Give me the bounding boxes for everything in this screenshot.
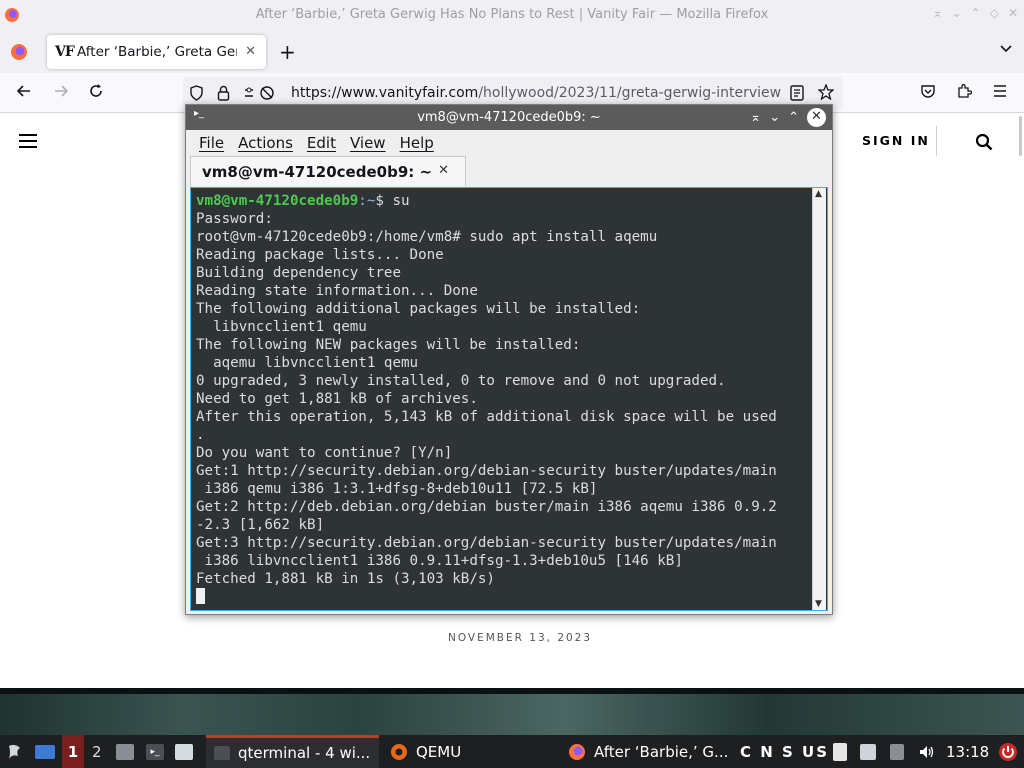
- clipboard-icon[interactable]: [833, 735, 847, 768]
- window-controls: ⌅ ⌄ ⌃ ◇ ✕: [933, 6, 1018, 20]
- workspace-2[interactable]: 2: [92, 735, 102, 768]
- terminal-window: ▸_ vm8@vm-47120cede0b9: ~ ⌅ ⌄ ⌃ ✕ File A…: [185, 104, 833, 615]
- hamburger-menu-icon[interactable]: [19, 134, 37, 152]
- menu-actions[interactable]: Actions: [238, 134, 293, 152]
- terminal-title: vm8@vm-47120cede0b9: ~: [417, 110, 601, 125]
- terminal-window-controls: ⌅ ⌄ ⌃ ✕: [750, 108, 826, 127]
- scroll-down-arrow-icon[interactable]: ▼: [815, 599, 822, 609]
- clock[interactable]: 13:18: [946, 735, 989, 768]
- new-tab-button[interactable]: +: [279, 40, 296, 64]
- terminal-screen[interactable]: vm8@vm-47120cede0b9:~$ su Password: root…: [190, 187, 828, 611]
- taskbar-qterminal-label: qterminal - 4 wi...: [238, 744, 371, 762]
- bookmark-star-icon[interactable]: [817, 83, 835, 104]
- close-window-icon[interactable]: ✕: [807, 108, 826, 127]
- sign-in-link[interactable]: SIGN IN: [862, 133, 930, 148]
- scroll-up-arrow-icon[interactable]: ▲: [815, 189, 822, 199]
- minimize-icon[interactable]: ⌄: [769, 110, 780, 125]
- keep-above-icon[interactable]: ⌅: [750, 110, 761, 125]
- network-icon[interactable]: [890, 735, 904, 768]
- menu-edit[interactable]: Edit: [307, 134, 336, 152]
- firefox-titlebar: After ‘Barbie,’ Greta Gerwig Has No Plan…: [0, 0, 1024, 31]
- firefox-icon: [569, 743, 585, 760]
- search-icon[interactable]: [975, 133, 993, 155]
- menu-help[interactable]: Help: [400, 134, 434, 152]
- firefox-view-icon[interactable]: [10, 43, 28, 65]
- header-divider: [936, 126, 937, 156]
- close-icon[interactable]: ✕: [1008, 6, 1018, 20]
- close-tab-icon[interactable]: ✕: [438, 163, 449, 178]
- article-date: NOVEMBER 13, 2023: [448, 632, 593, 644]
- workspace-1[interactable]: 1: [62, 735, 84, 768]
- reader-view-icon[interactable]: [790, 85, 804, 105]
- prompt-command: $ su: [375, 193, 410, 209]
- taskbar-qterminal[interactable]: qterminal - 4 wi...: [206, 735, 379, 768]
- tab-bar: VF After ‘Barbie,’ Greta Gerwig ✕ +: [0, 31, 1024, 73]
- taskbar-firefox-label: After ‘Barbie,’ G...: [594, 742, 729, 761]
- extensions-icon[interactable]: [956, 83, 973, 103]
- menu-view[interactable]: View: [350, 134, 386, 152]
- keep-above-icon[interactable]: ⌅: [933, 6, 943, 20]
- terminal-tab-label: vm8@vm-47120cede0b9: ~: [202, 162, 433, 181]
- reload-icon[interactable]: [88, 83, 104, 103]
- forward-icon[interactable]: [53, 83, 69, 103]
- tab-active[interactable]: VF After ‘Barbie,’ Greta Gerwig ✕: [47, 35, 266, 69]
- lock-icon[interactable]: [217, 85, 230, 105]
- tab-title: After ‘Barbie,’ Greta Gerwig: [77, 44, 237, 60]
- qemu-icon: [391, 743, 407, 760]
- url-text[interactable]: https://www.vanityfair.com/hollywood/202…: [291, 85, 786, 101]
- qterminal-icon: [214, 746, 230, 760]
- notification-icon[interactable]: [860, 735, 876, 768]
- terminal-launcher-icon[interactable]: ▸_: [146, 735, 164, 768]
- back-icon[interactable]: [16, 83, 32, 103]
- wallpaper-edge: [0, 688, 1024, 694]
- minimize-icon[interactable]: ⌄: [952, 6, 962, 20]
- list-all-tabs-icon[interactable]: [1000, 42, 1012, 57]
- restore-icon[interactable]: ◇: [990, 6, 999, 20]
- file-manager-icon[interactable]: [116, 735, 134, 768]
- terminal-scrollbar[interactable]: ▲ ▼: [812, 188, 826, 610]
- taskbar-firefox[interactable]: After ‘Barbie,’ G...: [568, 735, 728, 768]
- app-launcher-icon[interactable]: [6, 735, 24, 768]
- power-icon[interactable]: [998, 735, 1018, 768]
- maximize-icon[interactable]: ⌃: [788, 110, 799, 125]
- close-tab-icon[interactable]: ✕: [245, 44, 256, 59]
- page-scrollbar[interactable]: [1019, 116, 1022, 156]
- taskbar: 1 2 ▸_ qterminal - 4 wi... QEMU After ‘B…: [0, 735, 1024, 768]
- terminal-lines: Password: root@vm-47120cede0b9:/home/vm8…: [196, 211, 777, 587]
- permissions-icon[interactable]: [243, 85, 279, 105]
- tracking-protection-icon[interactable]: [189, 85, 204, 105]
- app-menu-icon[interactable]: [992, 83, 1008, 103]
- window-title: After ‘Barbie,’ Greta Gerwig Has No Plan…: [255, 7, 769, 22]
- pocket-icon[interactable]: [920, 83, 936, 103]
- keyboard-indicators[interactable]: C N S US: [740, 735, 829, 768]
- terminal-menubar: File Actions Edit View Help: [186, 130, 832, 156]
- taskbar-qemu-label: QEMU: [416, 742, 462, 761]
- vanity-fair-favicon: VF: [55, 44, 75, 60]
- volume-icon[interactable]: [918, 735, 936, 768]
- terminal-tab[interactable]: vm8@vm-47120cede0b9: ~ ✕: [190, 156, 466, 186]
- terminal-titlebar[interactable]: ▸_ vm8@vm-47120cede0b9: ~ ⌅ ⌄ ⌃ ✕: [186, 105, 832, 130]
- maximize-icon[interactable]: ⌃: [971, 6, 981, 20]
- terminal-cursor: [196, 588, 205, 604]
- menu-file[interactable]: File: [199, 134, 224, 152]
- taskbar-qemu[interactable]: QEMU: [390, 735, 461, 768]
- prompt-user: vm8@vm-47120cede0b9: [196, 193, 359, 209]
- text-editor-icon[interactable]: [175, 735, 193, 768]
- prompt-path: :~: [358, 193, 376, 209]
- terminal-output: vm8@vm-47120cede0b9:~$ su Password: root…: [196, 192, 812, 606]
- desktop-wallpaper: [0, 688, 1024, 735]
- show-desktop-icon[interactable]: [35, 735, 55, 768]
